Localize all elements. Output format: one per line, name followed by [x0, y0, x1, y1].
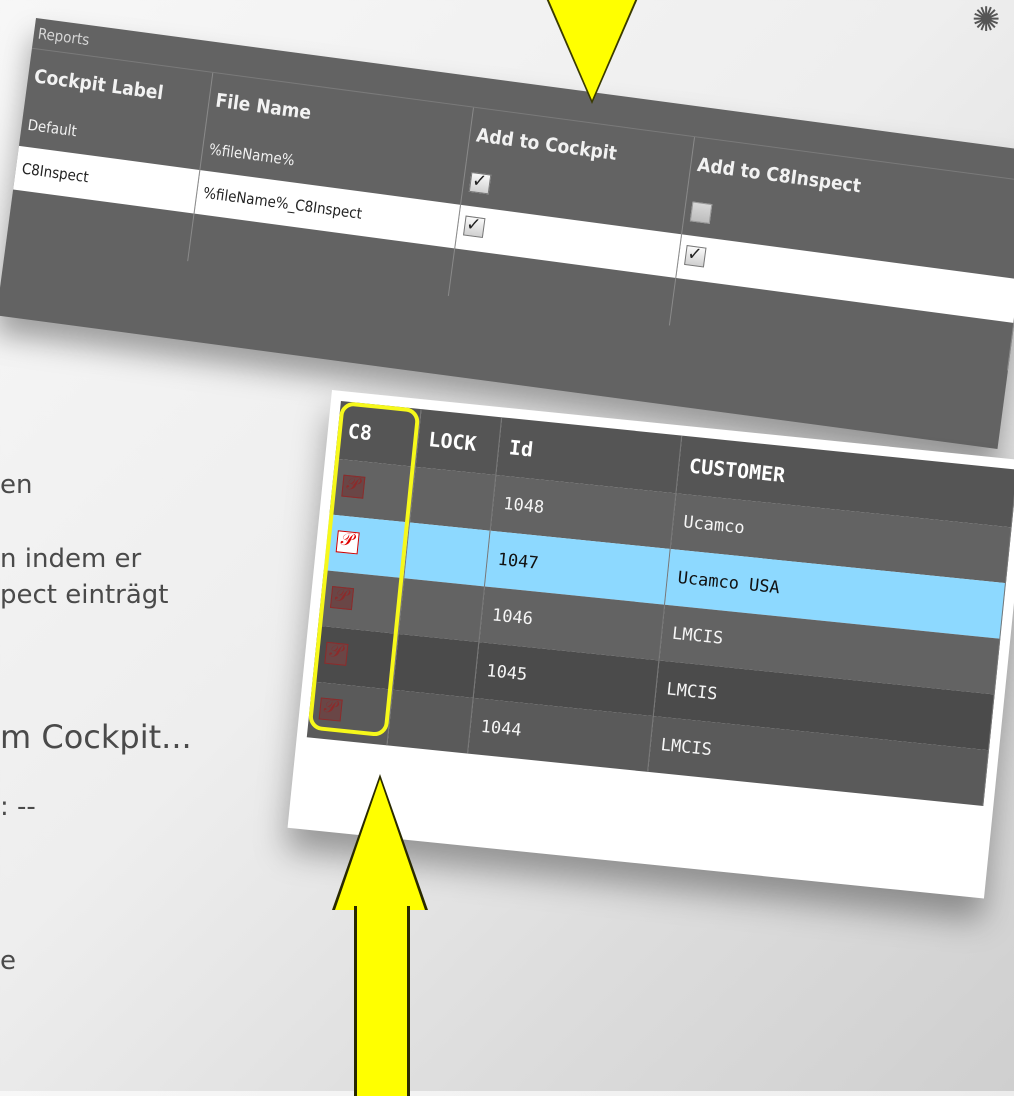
lock-cell: [386, 689, 474, 754]
reports-panel: Reports Cockpit Label File Name Add to C…: [0, 18, 1014, 449]
jobs-table: C8 LOCK Id CUSTOMER 1048 Ucamco 1047 Uca…: [306, 400, 1014, 806]
c8-logo-icon[interactable]: [318, 696, 343, 722]
lock-cell: [392, 633, 479, 698]
slide-text-line-2: n indem er: [0, 544, 142, 574]
lock-cell: [398, 578, 485, 643]
c8-logo-icon[interactable]: [341, 474, 366, 499]
arrow-up-icon: [335, 779, 425, 910]
lock-cell: [403, 522, 491, 587]
sparkle-icon: ✺: [972, 0, 1001, 40]
c8-logo-icon[interactable]: [330, 585, 355, 610]
slide-text-line-5: : --: [0, 792, 36, 822]
checkbox-checked-icon[interactable]: [463, 215, 486, 239]
col-lock[interactable]: LOCK: [415, 409, 502, 475]
slide-text-line-4: m Cockpit...: [0, 718, 192, 756]
lock-cell: [409, 466, 496, 531]
col-c8[interactable]: C8: [335, 400, 422, 467]
c8-logo-icon[interactable]: [324, 641, 349, 666]
checkbox-unchecked-icon[interactable]: [689, 201, 713, 224]
slide-text-line-3: pect einträgt: [0, 580, 169, 610]
c8-logo-icon[interactable]: [335, 529, 360, 554]
slide-text-line-6: e: [0, 946, 16, 976]
arrow-up-shaft: [354, 906, 410, 1096]
checkbox-checked-icon[interactable]: [468, 171, 492, 195]
arrow-down-icon: [548, 0, 636, 100]
slide-text-line-1: en: [0, 470, 33, 500]
checkbox-checked-icon[interactable]: [684, 245, 707, 268]
